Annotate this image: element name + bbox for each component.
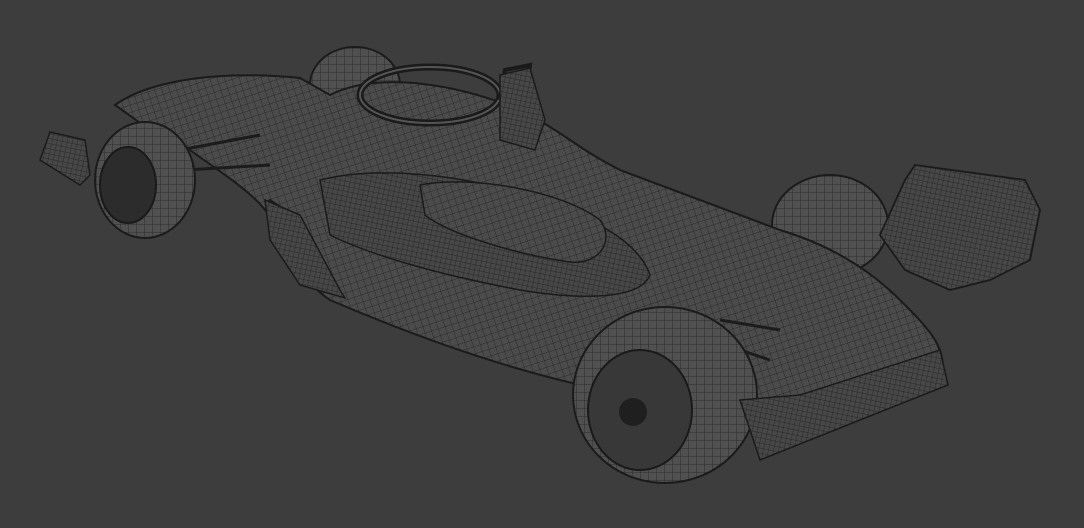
3d-viewport[interactable] bbox=[0, 0, 1084, 528]
airbox bbox=[499, 67, 546, 151]
front-right-wheel bbox=[94, 121, 196, 239]
rear-right-wheel bbox=[572, 306, 758, 484]
front-wing bbox=[39, 131, 91, 186]
wireframe-render bbox=[39, 46, 1041, 484]
rear-wing bbox=[878, 164, 1041, 291]
